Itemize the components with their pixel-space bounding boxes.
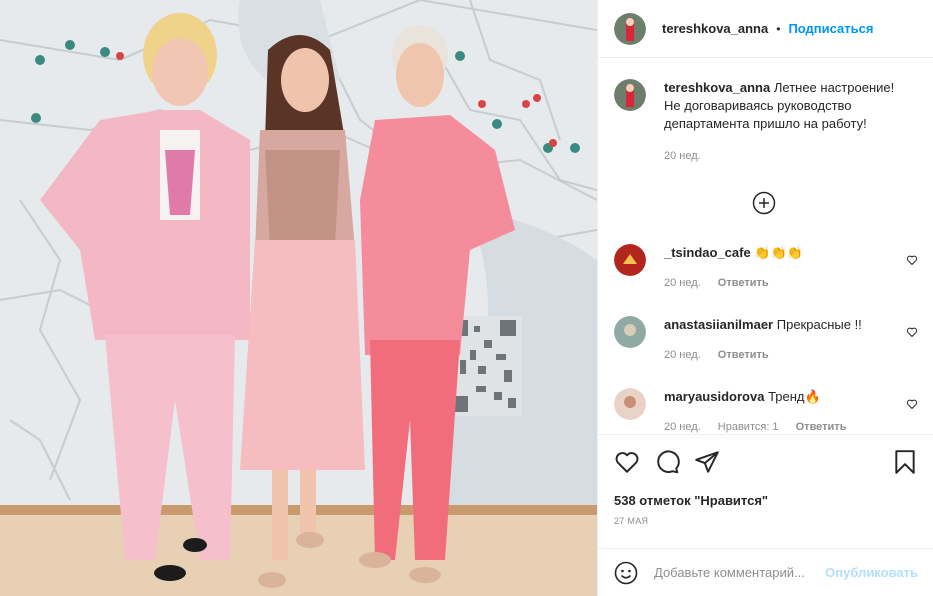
comment-meta: 20 нед. Ответить [664,346,862,364]
follow-button[interactable]: Подписаться [788,21,873,36]
reply-button[interactable]: Ответить [718,277,769,289]
avatar[interactable] [614,388,646,420]
caption-username[interactable]: tereshkova_anna [664,80,770,95]
reply-button[interactable]: Ответить [718,349,769,361]
comment-username[interactable]: _tsindao_cafe [664,245,751,260]
photo-illustration [0,0,597,596]
post-side-panel: tereshkova_anna • Подписаться tereshkova… [597,0,933,596]
post-author-username[interactable]: tereshkova_anna [662,21,768,36]
comment-item: maryausidorova Тренд🔥 20 нед. Нравится: … [614,388,918,433]
post-header: tereshkova_anna • Подписаться [598,0,933,58]
comment-text: 👏👏👏 [754,245,803,260]
heart-icon[interactable] [614,449,640,475]
heart-icon[interactable] [906,398,918,410]
post-date[interactable]: 27 МАЯ [614,516,918,526]
comment-likes[interactable]: Нравится: 1 [718,421,779,433]
avatar[interactable] [614,244,646,276]
likes-count[interactable]: 538 отметок "Нравится" [614,493,918,508]
avatar[interactable] [614,12,646,45]
post-comment-button[interactable]: Опубликовать [825,565,918,580]
comment-meta: 20 нед. Нравится: 1 Ответить [664,418,860,433]
action-icons [614,449,918,475]
comment-item: anastasiianilmaer Прекрасные !! 20 нед. … [614,316,918,364]
caption: tereshkova_anna Летнее настроение! Не до… [598,59,933,165]
share-icon[interactable] [694,449,720,475]
comment-meta: 20 нед. Ответить [664,274,803,292]
post-photo[interactable] [0,0,597,596]
avatar[interactable] [614,79,646,111]
comment-input[interactable] [654,565,824,580]
comment-text: Прекрасные !! [776,317,862,332]
comment-body: anastasiianilmaer Прекрасные !! 20 нед. … [664,316,862,364]
comment-text: Тренд🔥 [768,389,821,404]
separator-dot: • [776,21,781,36]
comment-time[interactable]: 20 нед. [664,277,701,289]
comment-time[interactable]: 20 нед. [664,349,701,361]
emoji-icon[interactable] [614,561,638,585]
comment-body: maryausidorova Тренд🔥 20 нед. Нравится: … [664,388,860,433]
reply-button[interactable]: Ответить [796,421,847,433]
bookmark-icon[interactable] [892,449,918,475]
comment-body: _tsindao_cafe 👏👏👏 20 нед. Ответить [664,244,803,292]
caption-time[interactable]: 20 нед. [664,147,914,165]
comment-time[interactable]: 20 нед. [664,421,701,433]
comment-item: _tsindao_cafe 👏👏👏 20 нед. Ответить [614,244,918,292]
comment-username[interactable]: maryausidorova [664,389,764,404]
post-viewer: tereshkova_anna • Подписаться tereshkova… [0,0,933,596]
heart-icon[interactable] [906,326,918,338]
comments-list[interactable]: tereshkova_anna Летнее настроение! Не до… [598,59,933,433]
caption-body: tereshkova_anna Летнее настроение! Не до… [664,79,914,165]
comment-username[interactable]: anastasiianilmaer [664,317,773,332]
post-actions: 538 отметок "Нравится" 27 МАЯ [598,434,933,526]
comment-icon[interactable] [654,449,680,475]
plus-circle-icon[interactable] [752,191,776,215]
avatar[interactable] [614,316,646,348]
add-comment-bar: Опубликовать [598,548,933,596]
heart-icon[interactable] [906,254,918,266]
